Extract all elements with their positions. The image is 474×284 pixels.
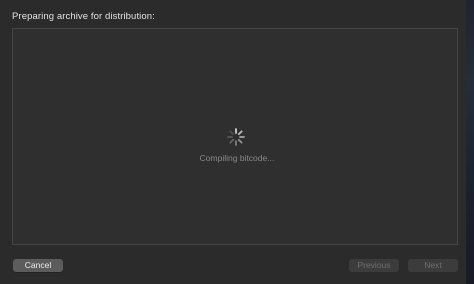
archive-distribution-sheet: Preparing archive for distribution: Comp… [0,0,474,284]
next-button[interactable]: Next [408,259,458,272]
cancel-button[interactable]: Cancel [13,259,63,272]
window-edge [466,0,474,284]
previous-button[interactable]: Previous [349,259,399,272]
sheet-title: Preparing archive for distribution: [12,11,155,22]
spinner-icon [227,128,245,146]
status-message: Compiling bitcode... [199,153,275,163]
